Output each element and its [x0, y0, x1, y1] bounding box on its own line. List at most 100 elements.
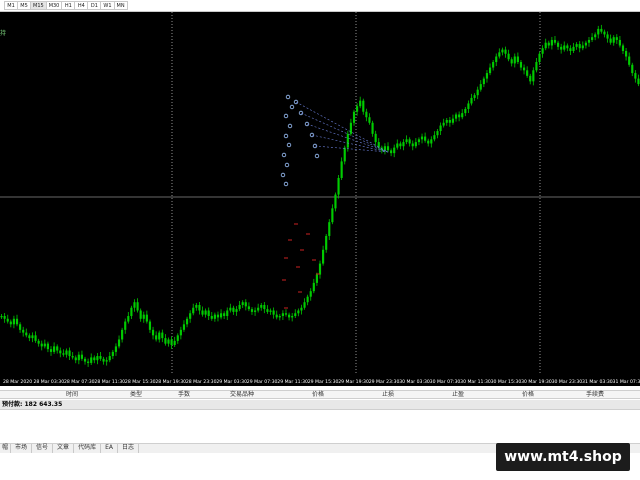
candle-body [9, 321, 12, 325]
tab-trade[interactable]: 帽 [0, 444, 12, 453]
candle-body [312, 282, 315, 292]
candle-body [77, 354, 80, 361]
candle-body [223, 313, 226, 317]
candle-body [226, 310, 229, 317]
candle-body [182, 324, 186, 330]
candle-body [247, 306, 250, 310]
candle-body [569, 48, 572, 51]
candle-body [74, 357, 77, 361]
candle-body [538, 53, 541, 63]
col-stop-loss[interactable]: 止损 [382, 391, 394, 399]
candle-body [216, 314, 220, 318]
candle-body [155, 335, 158, 340]
candle-body [260, 304, 263, 308]
time-axis-label-6: 28 Mar 23:30 [186, 379, 217, 385]
trade-table-header: 时间 类型 手数 交易品种 价格 止损 止盈 价格 手续费 [0, 390, 640, 399]
tab-market[interactable]: 市场 [11, 444, 33, 453]
price-chart-canvas[interactable]: 28 Mar 2020 28 Mar 03:30 28 Mar 07:30 28 Ma… [0, 12, 640, 386]
candle-body [46, 343, 50, 350]
balance-row: 预付款: 182 643.35 [0, 400, 640, 410]
candle-body [257, 307, 260, 311]
tab-experts[interactable]: EA [101, 444, 118, 453]
col-time[interactable]: 时间 [66, 391, 78, 399]
candle-body [204, 310, 207, 315]
col-symbol[interactable]: 交易品种 [230, 391, 254, 399]
candle-body [522, 67, 526, 71]
col-lots[interactable]: 手数 [178, 391, 190, 399]
candle-body [572, 46, 575, 51]
candle-body [117, 339, 121, 347]
candle-body [590, 37, 594, 40]
candle-body [498, 52, 501, 57]
candle-body [40, 343, 43, 347]
margin-balance: 预付款: 182 643.35 [2, 401, 63, 408]
candle-body [362, 100, 365, 112]
candle-body [519, 62, 523, 68]
col-commission[interactable]: 手续费 [586, 391, 604, 399]
candle-body [124, 321, 127, 330]
candle-body [482, 78, 485, 85]
candle-body [130, 307, 133, 317]
candle-body [390, 150, 393, 154]
candle-body [213, 314, 216, 319]
candle-body [201, 310, 204, 315]
candle-body [365, 111, 368, 118]
timeframe-d1-button[interactable]: D1 [87, 1, 101, 10]
candle-body [173, 340, 176, 346]
col-type[interactable]: 类型 [130, 391, 142, 399]
candle-body [621, 45, 625, 51]
candle-body [473, 95, 476, 98]
candle-body [566, 45, 569, 49]
candle-body [56, 346, 59, 351]
candle-body [269, 310, 272, 312]
timeframe-mn-button[interactable]: MN [113, 1, 128, 10]
col-price[interactable]: 价格 [312, 391, 324, 399]
time-axis-label-3: 28 Mar 11:30 [94, 379, 125, 385]
tab-articles[interactable]: 文章 [53, 444, 75, 453]
timeframe-toolbar: M1 M5 M15 M30 H1 H4 D1 W1 MN [0, 0, 640, 12]
time-axis-label-2: 28 Mar 07:30 [64, 379, 95, 385]
timeframe-m5-button[interactable]: M5 [17, 1, 30, 10]
tab-code-base[interactable]: 代码库 [74, 444, 102, 453]
price-chart[interactable]: 28 Mar 2020 28 Mar 03:30 28 Mar 07:30 28 Ma… [0, 12, 640, 386]
candle-body [108, 356, 111, 361]
time-axis-label-20: 31 Mar 07:30 [613, 379, 640, 385]
candle-body [151, 329, 155, 336]
candle-body [232, 307, 235, 312]
candle-body [164, 338, 167, 344]
order-marker-9 [283, 181, 289, 187]
candle-body [340, 161, 343, 178]
candle-body [12, 318, 15, 325]
timeframe-m15-button[interactable]: M15 [30, 1, 46, 10]
candle-body [195, 304, 198, 308]
candle-body [430, 139, 433, 144]
candle-body [121, 329, 124, 340]
col-take-profit[interactable]: 止盈 [452, 391, 464, 399]
candle-body [71, 356, 74, 358]
candle-body [111, 351, 114, 357]
col-current-price[interactable]: 价格 [522, 391, 534, 399]
timeframe-m30-button[interactable]: M30 [45, 1, 62, 10]
timeframe-m1-button[interactable]: M1 [4, 1, 17, 10]
candle-body [272, 310, 275, 315]
candle-body [448, 120, 451, 123]
tab-journal[interactable]: 日志 [118, 444, 139, 453]
candle-body [167, 339, 170, 344]
timeframe-w1-button[interactable]: W1 [100, 1, 114, 10]
time-axis-label-17: 30 Mar 19:30 [521, 379, 552, 385]
tab-signals[interactable]: 信号 [32, 444, 54, 453]
timeframe-h4-button[interactable]: H4 [74, 1, 88, 10]
candle-body [535, 62, 538, 71]
candle-body [485, 73, 489, 79]
candle-body [594, 34, 597, 38]
candle-body [15, 318, 19, 325]
candle-body [294, 313, 297, 317]
candle-body [139, 310, 142, 319]
timeframe-group: M1 M5 M15 M30 H1 H4 D1 W1 MN [4, 1, 128, 10]
candle-body [28, 335, 31, 339]
timeframe-h1-button[interactable]: H1 [61, 1, 75, 10]
candle-body [550, 39, 553, 46]
trade-table-body [0, 410, 640, 442]
time-axis-label-9: 29 Mar 11:30 [277, 379, 308, 385]
candle-body [427, 140, 430, 144]
